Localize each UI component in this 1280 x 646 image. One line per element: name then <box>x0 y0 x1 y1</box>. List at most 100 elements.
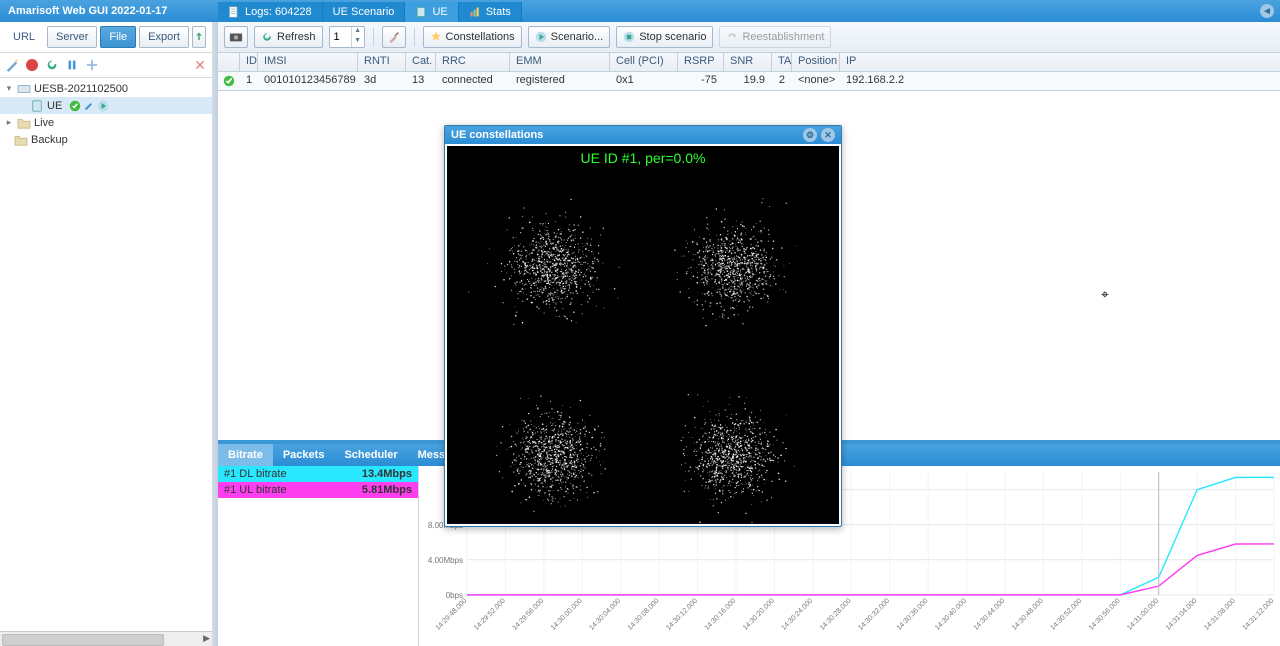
tab-stats[interactable]: Stats <box>459 2 522 22</box>
constellation-plot: UE ID #1, per=0.0% <box>447 146 839 524</box>
ue-icon <box>415 6 427 18</box>
camera-icon <box>229 30 243 44</box>
svg-text:14:29:48.000: 14:29:48.000 <box>434 597 469 632</box>
export-button[interactable]: Export <box>139 26 189 48</box>
url-button[interactable]: URL <box>4 26 44 48</box>
tree: ▾ UESB-2021102500 UE ▸ Live Backup <box>0 78 212 631</box>
grid-row[interactable]: 1 001010123456789 3d 13 connected regist… <box>218 72 1280 90</box>
clear-button[interactable] <box>382 26 406 48</box>
tab-label: UE Scenario <box>333 6 395 18</box>
svg-text:14:31:08.000: 14:31:08.000 <box>1202 597 1237 632</box>
svg-text:14:30:28.000: 14:30:28.000 <box>818 597 853 632</box>
ok-icon[interactable] <box>69 100 81 112</box>
refresh-tree-icon[interactable] <box>44 57 60 73</box>
constellations-button[interactable]: Constellations <box>423 26 522 48</box>
svg-text:14:30:56.000: 14:30:56.000 <box>1087 597 1122 632</box>
col-position[interactable]: Position <box>792 53 840 71</box>
svg-text:4.00Mbps: 4.00Mbps <box>428 556 463 565</box>
cell-emm: registered <box>510 72 610 90</box>
server-button[interactable]: Server <box>47 26 97 48</box>
stop-label: Stop scenario <box>639 31 706 43</box>
legend-row-dl[interactable]: #1 DL bitrate 13.4Mbps <box>218 466 418 482</box>
cell-rrc: connected <box>436 72 510 90</box>
upload-icon[interactable] <box>192 26 206 48</box>
window-titlebar[interactable]: UE constellations ⚙ ✕ <box>445 126 841 144</box>
svg-text:14:30:12.000: 14:30:12.000 <box>664 597 699 632</box>
refresh-interval-spinner[interactable]: ▲▼ <box>329 26 365 48</box>
col-snr[interactable]: SNR <box>724 53 772 71</box>
device-icon <box>17 83 31 95</box>
constellation-window[interactable]: UE constellations ⚙ ✕ UE ID #1, per=0.0% <box>444 125 842 527</box>
window-close-icon[interactable]: ✕ <box>821 128 835 142</box>
stop-scenario-button[interactable]: Stop scenario <box>616 26 713 48</box>
col-rsrp[interactable]: RSRP <box>678 53 724 71</box>
tab-logs[interactable]: Logs: 604228 <box>218 2 323 22</box>
tab-ue-scenario[interactable]: UE Scenario <box>323 2 406 22</box>
tree-node-ue[interactable]: UE <box>0 97 212 114</box>
tree-horizontal-scrollbar[interactable]: ▶ <box>0 631 212 646</box>
app-title: Amarisoft Web GUI 2022-01-17 <box>8 5 167 17</box>
folder-icon <box>14 134 28 146</box>
col-cat[interactable]: Cat. <box>406 53 436 71</box>
top-tabs: Logs: 604228 UE Scenario UE Stats <box>218 0 522 22</box>
col-emm[interactable]: EMM <box>510 53 610 71</box>
scenario-label: Scenario... <box>551 31 604 43</box>
tree-node-backup[interactable]: Backup <box>0 131 212 148</box>
svg-text:14:31:12.000: 14:31:12.000 <box>1241 597 1276 632</box>
file-button[interactable]: File <box>100 26 136 48</box>
svg-text:14:30:16.000: 14:30:16.000 <box>703 597 738 632</box>
svg-text:14:30:52.000: 14:30:52.000 <box>1049 597 1084 632</box>
refresh-button[interactable]: Refresh <box>254 26 323 48</box>
spinner-down-icon[interactable]: ▼ <box>352 37 364 47</box>
scroll-right-icon[interactable]: ▶ <box>203 633 210 644</box>
wand-icon[interactable] <box>4 57 20 73</box>
left-panel: URL Server File Export ✕ ▾ UESB-20211025… <box>0 22 213 646</box>
cell-imsi: 001010123456789 <box>258 72 358 90</box>
expand-icon[interactable]: ▾ <box>4 83 14 94</box>
ue-grid: ID IMSI RNTI Cat. RRC EMM Cell (PCI) RSR… <box>218 53 1280 91</box>
app-header: Amarisoft Web GUI 2022-01-17 ◄ <box>0 0 1280 22</box>
cell-cat: 13 <box>406 72 436 90</box>
window-title: UE constellations <box>451 129 543 141</box>
svg-text:14:29:56.000: 14:29:56.000 <box>511 597 546 632</box>
refresh-label: Refresh <box>277 31 316 43</box>
col-cell[interactable]: Cell (PCI) <box>610 53 678 71</box>
legend-row-ul[interactable]: #1 UL bitrate 5.81Mbps <box>218 482 418 498</box>
main-toolbar: Refresh ▲▼ Constellations Scenario... St… <box>218 22 1280 53</box>
col-ip[interactable]: IP <box>840 53 1280 71</box>
pause-icon[interactable] <box>64 57 80 73</box>
reestablishment-button: Reestablishment <box>719 26 831 48</box>
edit-icon[interactable] <box>83 100 95 112</box>
collapse-header-icon[interactable]: ◄ <box>1260 4 1274 18</box>
constellation-plot-title: UE ID #1, per=0.0% <box>447 150 839 166</box>
col-id[interactable]: ID <box>240 53 258 71</box>
play-icon[interactable] <box>97 100 109 112</box>
scrollbar-thumb[interactable] <box>2 634 164 646</box>
spinner-up-icon[interactable]: ▲ <box>352 27 364 37</box>
svg-text:14:31:00.000: 14:31:00.000 <box>1126 597 1161 632</box>
screenshot-button[interactable] <box>224 26 248 48</box>
tree-node-live[interactable]: ▸ Live <box>0 114 212 131</box>
col-rrc[interactable]: RRC <box>436 53 510 71</box>
tab-ue[interactable]: UE <box>405 2 458 22</box>
reestablish-icon <box>726 31 738 43</box>
tab-bitrate[interactable]: Bitrate <box>218 444 273 466</box>
window-settings-icon[interactable]: ⚙ <box>803 128 817 142</box>
col-ta[interactable]: TA <box>772 53 792 71</box>
tab-scheduler[interactable]: Scheduler <box>334 444 407 466</box>
tree-node-root[interactable]: ▾ UESB-2021102500 <box>0 80 212 97</box>
stop-record-icon[interactable] <box>24 57 40 73</box>
tab-label: Logs: 604228 <box>245 6 312 18</box>
col-imsi[interactable]: IMSI <box>258 53 358 71</box>
legend-label: #1 UL bitrate <box>224 484 287 496</box>
col-rnti[interactable]: RNTI <box>358 53 406 71</box>
tab-packets[interactable]: Packets <box>273 444 335 466</box>
cell-snr: 19.9 <box>724 72 772 90</box>
close-tree-icon[interactable]: ✕ <box>192 57 208 73</box>
bitrate-legend: #1 DL bitrate 13.4Mbps #1 UL bitrate 5.8… <box>218 466 419 646</box>
expand-icon[interactable]: ▸ <box>4 117 14 128</box>
col-status[interactable] <box>218 53 240 71</box>
folder-icon <box>17 117 31 129</box>
scenario-button[interactable]: Scenario... <box>528 26 611 48</box>
add-icon[interactable] <box>84 57 100 73</box>
